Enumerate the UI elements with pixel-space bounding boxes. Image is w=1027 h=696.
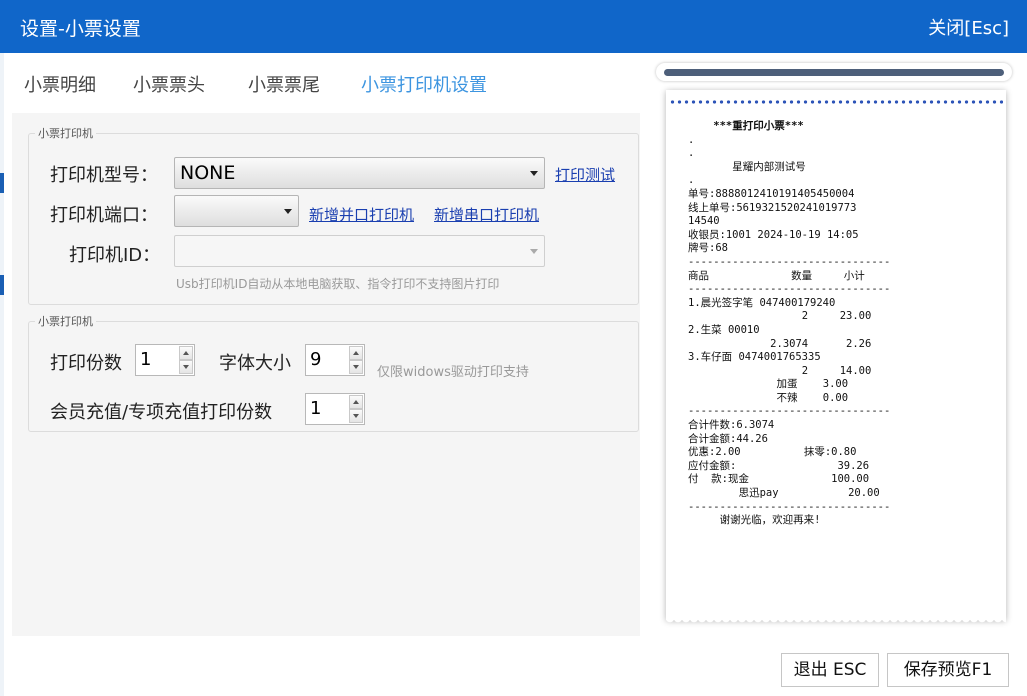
font-size-value: 9 (310, 349, 322, 370)
receipt-line: 14540 (688, 215, 720, 228)
receipt-line: 付 款:现金 100.00 (688, 473, 870, 486)
member-copies-value: 1 (310, 398, 322, 419)
printer-id-select[interactable] (174, 235, 545, 267)
tab-receipt-footer[interactable]: 小票票尾 (248, 71, 320, 97)
receipt-line: 谢谢光临，欢迎再来! (688, 514, 821, 527)
receipt-line: 合计金额:44.26 (688, 432, 768, 445)
group-legend: 小票打印机 (38, 127, 93, 140)
receipt-line: 线上单号:5619321520241019773 (688, 201, 857, 214)
stepper-up-icon[interactable] (349, 395, 363, 409)
member-copies-stepper[interactable]: 1 (305, 393, 365, 425)
left-edge-strip (0, 53, 4, 696)
printer-model-value: NONE (180, 162, 236, 184)
stepper-up-icon[interactable] (349, 346, 363, 360)
chevron-down-icon (530, 171, 538, 176)
receipt-line: 不辣 0.00 (688, 391, 849, 404)
tab-bar: 小票明细 小票票头 小票票尾 小票打印机设置 (12, 53, 640, 113)
chevron-down-icon (530, 249, 538, 254)
printer-port-label: 打印机端口： (50, 205, 158, 226)
add-serial-printer-link[interactable]: 新增串口打印机 (434, 204, 539, 225)
member-copies-label: 会员充值/专项充值打印份数 (50, 402, 273, 423)
receipt-line: 思迅pay 20.00 (688, 487, 880, 500)
print-copies-value: 1 (140, 349, 152, 370)
receipt-line: . (688, 133, 695, 146)
printer-model-select[interactable]: NONE (174, 157, 545, 189)
receipt-line: 收银员:1001 2024-10-19 14:05 (688, 228, 859, 241)
printer-roller (656, 63, 1012, 81)
font-size-hint: 仅限widows驱动打印支持 (377, 365, 529, 380)
receipt-line: 2.3074 2.26 (688, 337, 872, 350)
receipt-line: 优惠:2.00 抹零:0.80 (688, 446, 857, 459)
receipt-line: 3.车仔面 0474001765335 (688, 351, 821, 364)
group-legend: 小票打印机 (38, 315, 93, 328)
receipt-line: . (688, 147, 695, 160)
receipt-text: ***重打印小票***.. 星耀内部测试号. 单号:888801241019140… (688, 120, 988, 528)
print-copies-label: 打印份数 (50, 353, 122, 374)
stepper-down-icon[interactable] (349, 409, 363, 423)
receipt-line: ***重打印小票*** (688, 120, 804, 132)
stepper-down-icon[interactable] (179, 360, 193, 374)
settings-panel: 小票打印机 打印机型号： NONE 打印测试 打印机端口： 新增并口打印机 新增… (12, 113, 640, 636)
receipt-paper: ***重打印小票***.. 星耀内部测试号. 单号:888801241019140… (666, 90, 1006, 626)
receipt-line: . (688, 174, 695, 187)
receipt-line: 合计件数:6.3074 (688, 419, 775, 432)
receipt-line: 单号:8888012410191405450004 (688, 187, 855, 200)
receipt-line: -------------------------------- (688, 255, 891, 268)
printer-id-label: 打印机ID： (69, 245, 161, 266)
tear-edge (666, 618, 1006, 626)
receipt-line: 加蛋 3.00 (688, 378, 849, 391)
receipt-line: 牌号:68 (688, 242, 728, 255)
tab-printer-settings[interactable]: 小票打印机设置 (361, 71, 487, 97)
receipt-line: -------------------------------- (688, 405, 891, 418)
receipt-line: 2.生菜 00010 (688, 323, 760, 336)
receipt-line: -------------------------------- (688, 283, 891, 296)
edge-marker (0, 173, 4, 193)
save-preview-button[interactable]: 保存预览F1 (887, 653, 1009, 687)
printer-id-hint: Usb打印机ID自动从本地电脑获取、指令打印不支持图片打印 (176, 277, 500, 291)
font-size-stepper[interactable]: 9 (305, 344, 365, 376)
receipt-line: 星耀内部测试号 (688, 160, 806, 173)
printer-model-label: 打印机型号： (50, 165, 158, 186)
stepper-up-icon[interactable] (179, 346, 193, 360)
receipt-line: 应付金额: 39.26 (688, 459, 870, 472)
receipt-line: 2 23.00 (688, 310, 872, 323)
window-title: 设置-小票设置 (20, 18, 141, 40)
tab-receipt-details[interactable]: 小票明细 (24, 71, 96, 97)
receipt-line: -------------------------------- (688, 500, 891, 513)
stepper-down-icon[interactable] (349, 360, 363, 374)
font-size-label: 字体大小 (219, 353, 291, 374)
print-copies-stepper[interactable]: 1 (135, 344, 195, 376)
exit-button[interactable]: 退出 ESC (781, 653, 879, 687)
perforation (669, 100, 1003, 104)
receipt-preview: ***重打印小票***.. 星耀内部测试号. 单号:888801241019140… (652, 60, 1022, 630)
add-parallel-printer-link[interactable]: 新增并口打印机 (309, 204, 414, 225)
print-test-link[interactable]: 打印测试 (555, 164, 615, 185)
receipt-line: 2 14.00 (688, 364, 872, 377)
receipt-line: 1.晨光签字笔 047400179240 (688, 296, 836, 309)
printer-port-select[interactable] (174, 195, 299, 227)
title-bar: 设置-小票设置 关闭[Esc] (0, 0, 1027, 53)
edge-marker (0, 275, 4, 295)
tab-receipt-header[interactable]: 小票票头 (133, 71, 205, 97)
close-button[interactable]: 关闭[Esc] (928, 14, 1009, 40)
chevron-down-icon (284, 209, 292, 214)
receipt-line: 商品 数量 小计 (688, 269, 865, 282)
